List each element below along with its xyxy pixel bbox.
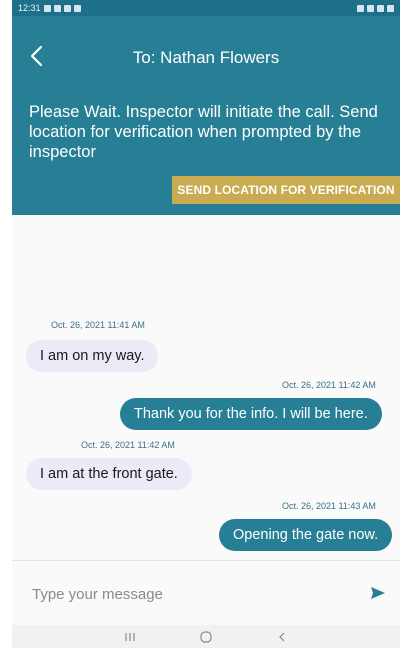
incoming-message: I am at the front gate. bbox=[26, 458, 192, 490]
recents-icon[interactable] bbox=[120, 629, 140, 645]
status-time: 12:31 bbox=[18, 3, 41, 13]
notification-icon bbox=[53, 4, 61, 12]
nav-back-icon[interactable] bbox=[272, 629, 292, 645]
notification-icon bbox=[63, 4, 71, 12]
system-nav-bar bbox=[12, 625, 400, 648]
page-title: To: Nathan Flowers bbox=[132, 48, 280, 67]
wait-notice: Please Wait. Inspector will initiate the… bbox=[29, 103, 378, 161]
notification-icon bbox=[73, 4, 81, 12]
status-right bbox=[357, 4, 394, 12]
battery-icon bbox=[387, 4, 394, 12]
location-icon bbox=[367, 4, 374, 12]
signal-icon bbox=[377, 4, 384, 12]
send-location-button[interactable]: SEND LOCATION FOR VERIFICATION bbox=[172, 176, 400, 204]
message-input[interactable] bbox=[32, 581, 352, 607]
incoming-message: I am on my way. bbox=[26, 340, 159, 372]
outgoing-message: Opening the gate now. bbox=[219, 519, 393, 551]
status-bar: 12:31 bbox=[12, 0, 400, 16]
message-list: Oct. 26, 2021 11:41 AM I am on my way. O… bbox=[12, 215, 400, 560]
message-timestamp: Oct. 26, 2021 11:42 AM bbox=[81, 440, 175, 450]
chat-header: To: Nathan Flowers Please Wait. Inspecto… bbox=[12, 16, 400, 215]
outgoing-message: Thank you for the info. I will be here. bbox=[120, 398, 382, 430]
alarm-icon bbox=[357, 4, 364, 12]
send-icon[interactable] bbox=[370, 585, 386, 601]
status-left: 12:31 bbox=[18, 3, 81, 13]
message-timestamp: Oct. 26, 2021 11:42 AM bbox=[282, 380, 376, 390]
notification-icon bbox=[43, 4, 51, 12]
message-composer bbox=[12, 561, 400, 625]
home-icon[interactable] bbox=[196, 629, 216, 645]
message-timestamp: Oct. 26, 2021 11:41 AM bbox=[51, 320, 145, 330]
message-timestamp: Oct. 26, 2021 11:43 AM bbox=[282, 501, 376, 511]
